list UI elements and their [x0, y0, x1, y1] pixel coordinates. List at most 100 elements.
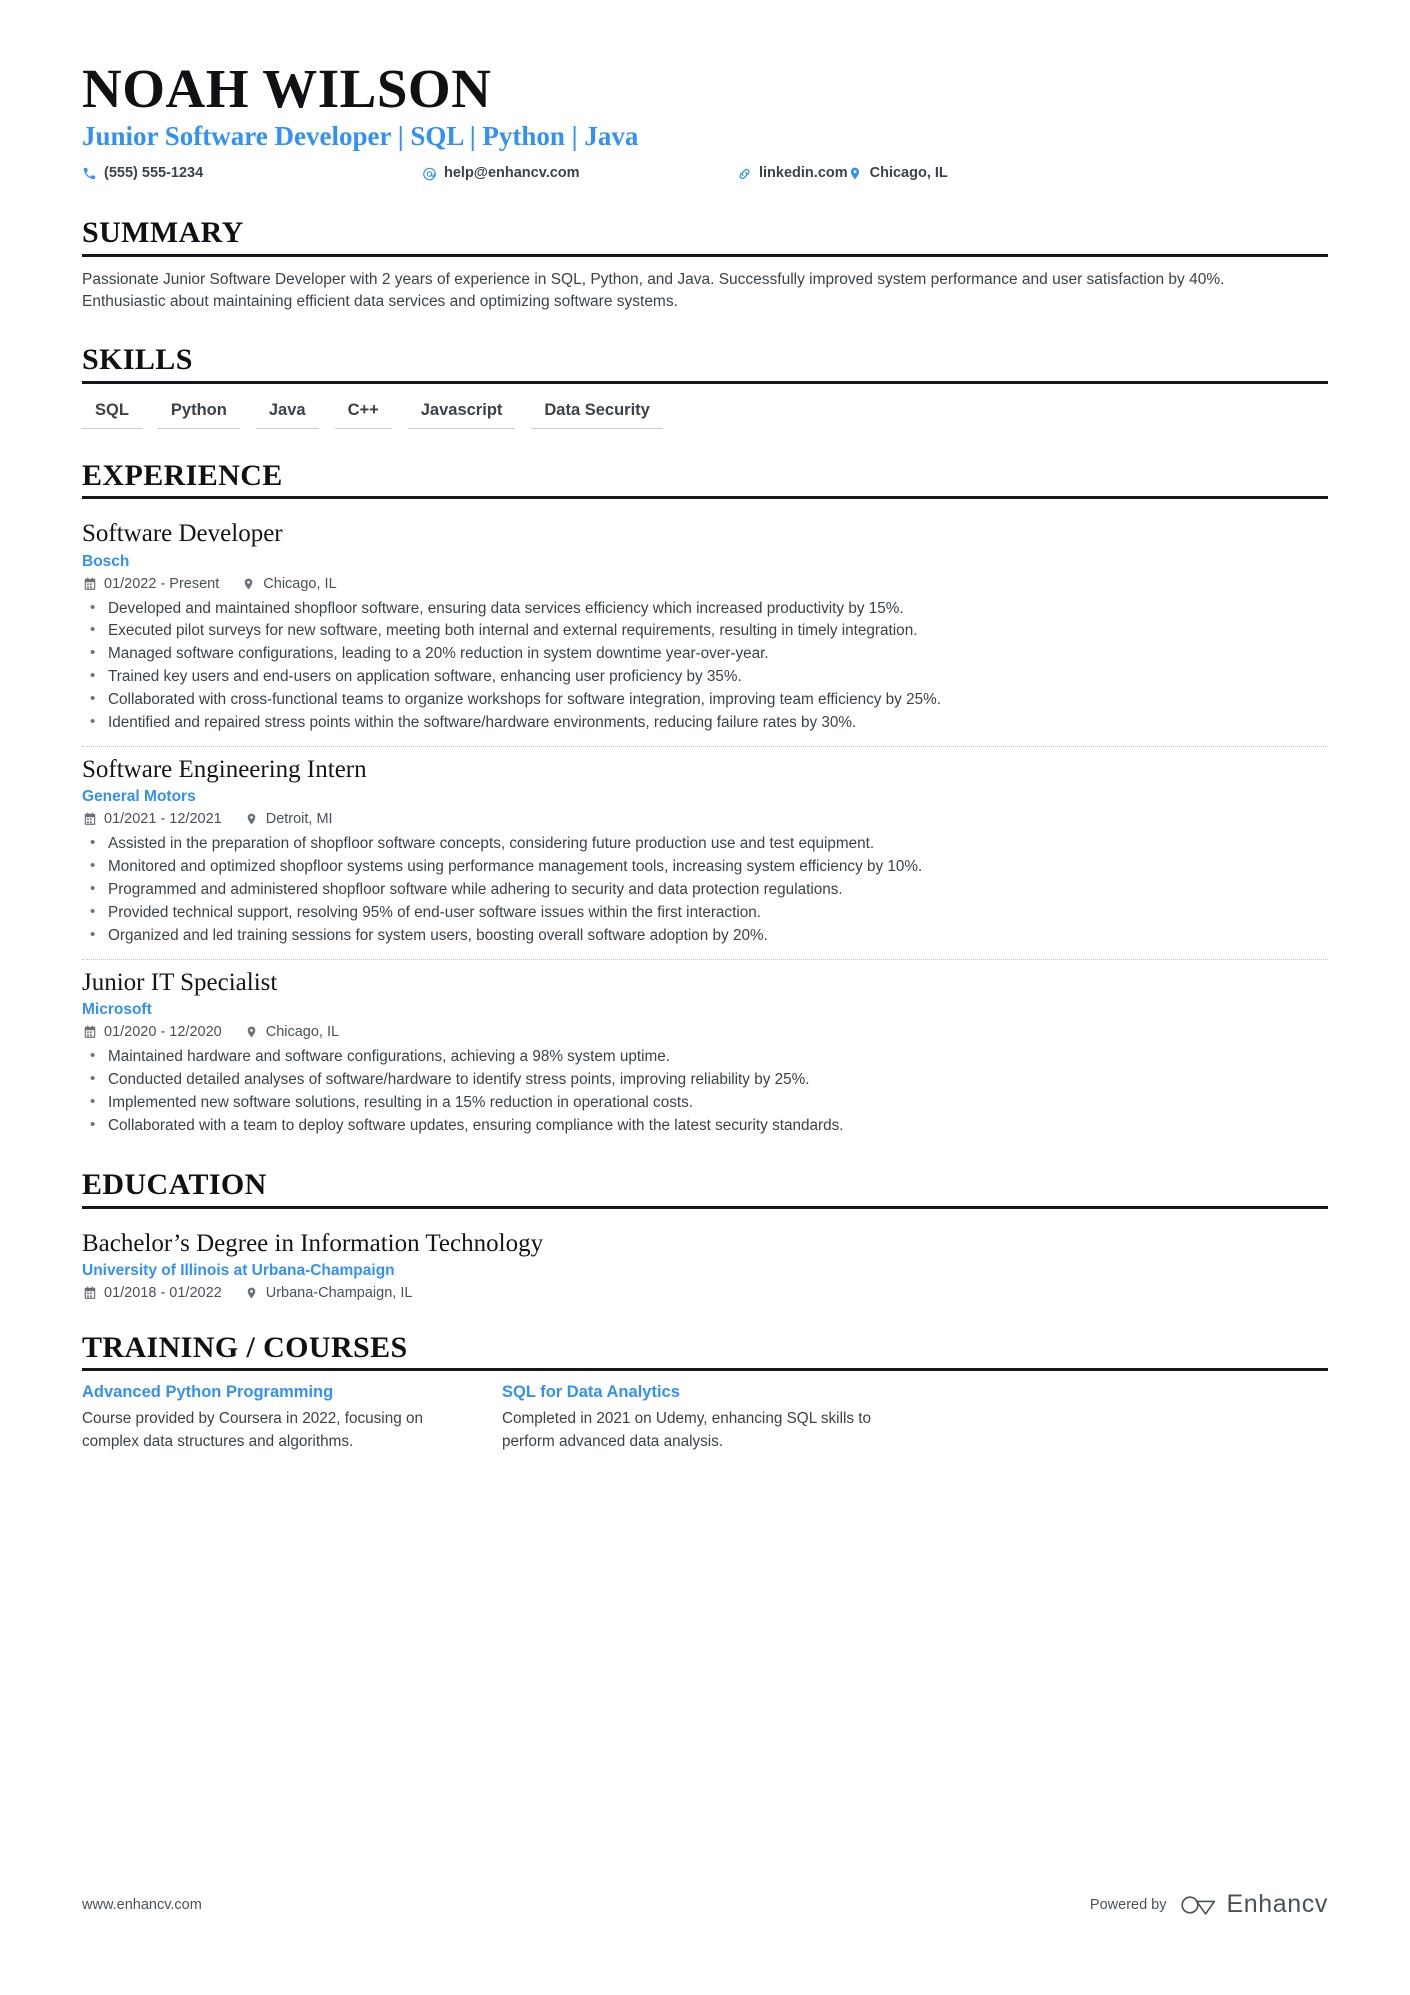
professional-headline: Junior Software Developer | SQL | Python…	[82, 121, 639, 152]
footer-branding: Powered by Enhancv	[1090, 1890, 1328, 1919]
date-range-value: 01/2020 - 12/2020	[104, 1024, 222, 1041]
entry-meta: 01/2022 - Present Chicago, IL	[82, 576, 1328, 592]
contact-location[interactable]: Chicago, IL	[848, 161, 1188, 186]
entry-meta: 01/2020 - 12/2020 Chicago, IL	[82, 1024, 1328, 1040]
list-item: Collaborated with a team to deploy softw…	[82, 1114, 1328, 1138]
company-name[interactable]: General Motors	[82, 788, 1328, 806]
section-education: EDUCATION Bachelor’s Degree in Informati…	[82, 1168, 1328, 1301]
section-skills: SKILLS SQL Python Java C++ Javascript Da…	[82, 343, 1328, 429]
section-rule	[82, 1368, 1328, 1372]
list-item: Maintained hardware and software configu…	[82, 1045, 1328, 1069]
summary-text: Passionate Junior Software Developer wit…	[82, 270, 1225, 311]
resume-header: NOAH WILSON Junior Software Developer | …	[82, 58, 1328, 186]
job-location: Detroit, MI	[244, 811, 333, 827]
job-title: Software Developer	[82, 520, 283, 548]
list-item: Conducted detailed analyses of software/…	[82, 1068, 1328, 1092]
email-icon	[422, 166, 437, 181]
skill-tag: Data Security	[531, 396, 663, 429]
job-location: Chicago, IL	[244, 1024, 339, 1040]
contact-linkedin-value: linkedin.com	[759, 165, 848, 182]
education-entry: Bachelor’s Degree in Information Technol…	[82, 1221, 1328, 1301]
course-description: Course provided by Coursera in 2022, foc…	[82, 1410, 423, 1450]
location-icon	[241, 576, 256, 591]
list-item: Collaborated with cross-functional teams…	[82, 688, 1328, 712]
school-location: Urbana-Champaign, IL	[244, 1284, 413, 1301]
list-item: Assisted in the preparation of shopfloor…	[82, 832, 1328, 856]
job-location-value: Chicago, IL	[263, 575, 337, 592]
skill-tag: C++	[334, 396, 392, 429]
degree-title: Bachelor’s Degree in Information Technol…	[82, 1229, 544, 1257]
contact-phone[interactable]: (555) 555-1234	[82, 161, 422, 186]
calendar-icon	[82, 576, 97, 591]
skills-list: SQL Python Java C++ Javascript Data Secu…	[82, 396, 1328, 429]
list-item: Provided technical support, resolving 95…	[82, 901, 1328, 925]
section-training: TRAINING / COURSES Advanced Python Progr…	[82, 1331, 1328, 1454]
list-item: Programmed and administered shopfloor so…	[82, 878, 1328, 902]
contact-location-value: Chicago, IL	[869, 165, 948, 182]
calendar-icon	[82, 812, 97, 827]
section-rule	[82, 253, 1328, 257]
achievement-list: Developed and maintained shopfloor softw…	[82, 597, 1328, 736]
company-name[interactable]: Microsoft	[82, 1001, 1328, 1019]
achievement-list: Maintained hardware and software configu…	[82, 1045, 1328, 1138]
school-location-value: Urbana-Champaign, IL	[265, 1284, 413, 1301]
enhancv-wordmark: Enhancv	[1226, 1890, 1328, 1918]
enhancv-mark-icon	[1180, 1892, 1218, 1918]
date-range: 01/2021 - 12/2021	[82, 811, 222, 827]
list-item: Executed pilot surveys for new software,…	[82, 619, 1328, 643]
date-range: 01/2020 - 12/2020	[82, 1024, 222, 1040]
experience-entry: Junior IT Specialist Microsoft 01/2020 -…	[82, 960, 1328, 1138]
entry-meta: 01/2021 - 12/2021 Detroit, MI	[82, 811, 1328, 827]
section-rule	[82, 496, 1328, 500]
location-icon	[244, 812, 259, 827]
entry-meta: 01/2018 - 01/2022 Urbana-Champaign, IL	[82, 1285, 1328, 1301]
company-name[interactable]: Bosch	[82, 553, 1328, 571]
list-item: Developed and maintained shopfloor softw…	[82, 597, 1328, 621]
calendar-icon	[82, 1025, 97, 1040]
skill-tag: Javascript	[407, 396, 516, 429]
section-title-experience: EXPERIENCE	[82, 458, 283, 492]
section-summary: SUMMARY Passionate Junior Software Devel…	[82, 216, 1328, 313]
experience-entry: Software Developer Bosch 01/2022 - Prese…	[82, 511, 1328, 735]
section-title-summary: SUMMARY	[82, 216, 244, 250]
page-title: NOAH WILSON	[82, 58, 492, 119]
date-range-value: 01/2021 - 12/2021	[104, 811, 222, 828]
section-title-training: TRAINING / COURSES	[82, 1330, 408, 1364]
course-title[interactable]: SQL for Data Analytics	[502, 1383, 874, 1402]
course-item: Advanced Python Programming Course provi…	[82, 1383, 502, 1453]
experience-entry: Software Engineering Intern General Moto…	[82, 747, 1328, 948]
achievement-list: Assisted in the preparation of shopfloor…	[82, 832, 1328, 948]
course-item: SQL for Data Analytics Completed in 2021…	[502, 1383, 922, 1453]
course-title[interactable]: Advanced Python Programming	[82, 1383, 454, 1402]
school-name[interactable]: University of Illinois at Urbana-Champai…	[82, 1262, 1328, 1280]
job-location-value: Detroit, MI	[265, 811, 333, 828]
phone-icon	[82, 166, 97, 181]
skill-tag: Python	[157, 396, 240, 429]
section-title-education: EDUCATION	[82, 1168, 267, 1202]
list-item: Managed software configurations, leading…	[82, 642, 1328, 666]
list-item: Organized and led training sessions for …	[82, 924, 1328, 948]
contact-email[interactable]: help@enhancv.com	[422, 161, 737, 186]
contact-phone-value: (555) 555-1234	[104, 165, 204, 182]
contact-details: (555) 555-1234 help@enhancv.com linkedin…	[82, 161, 1328, 186]
contact-linkedin[interactable]: linkedin.com	[737, 161, 848, 186]
section-experience: EXPERIENCE Software Developer Bosch 01/2…	[82, 459, 1328, 1138]
date-range-value: 01/2022 - Present	[104, 575, 220, 592]
courses-list: Advanced Python Programming Course provi…	[82, 1383, 1328, 1453]
date-range-value: 01/2018 - 01/2022	[104, 1284, 222, 1301]
location-icon	[244, 1025, 259, 1040]
link-icon	[737, 166, 752, 181]
location-icon	[244, 1285, 259, 1300]
section-rule	[82, 380, 1328, 384]
footer-website-url[interactable]: www.enhancv.com	[82, 1897, 202, 1913]
list-item: Monitored and optimized shopfloor system…	[82, 855, 1328, 879]
date-range: 01/2018 - 01/2022	[82, 1285, 222, 1301]
skill-tag: SQL	[82, 396, 142, 429]
powered-by-label: Powered by	[1089, 1896, 1167, 1913]
section-title-skills: SKILLS	[82, 343, 193, 377]
list-item: Trained key users and end-users on appli…	[82, 665, 1328, 689]
resume-page: NOAH WILSON Junior Software Developer | …	[0, 0, 1410, 1995]
contact-email-value: help@enhancv.com	[444, 165, 580, 182]
section-rule	[82, 1205, 1328, 1209]
enhancv-logo[interactable]: Enhancv	[1180, 1890, 1329, 1919]
